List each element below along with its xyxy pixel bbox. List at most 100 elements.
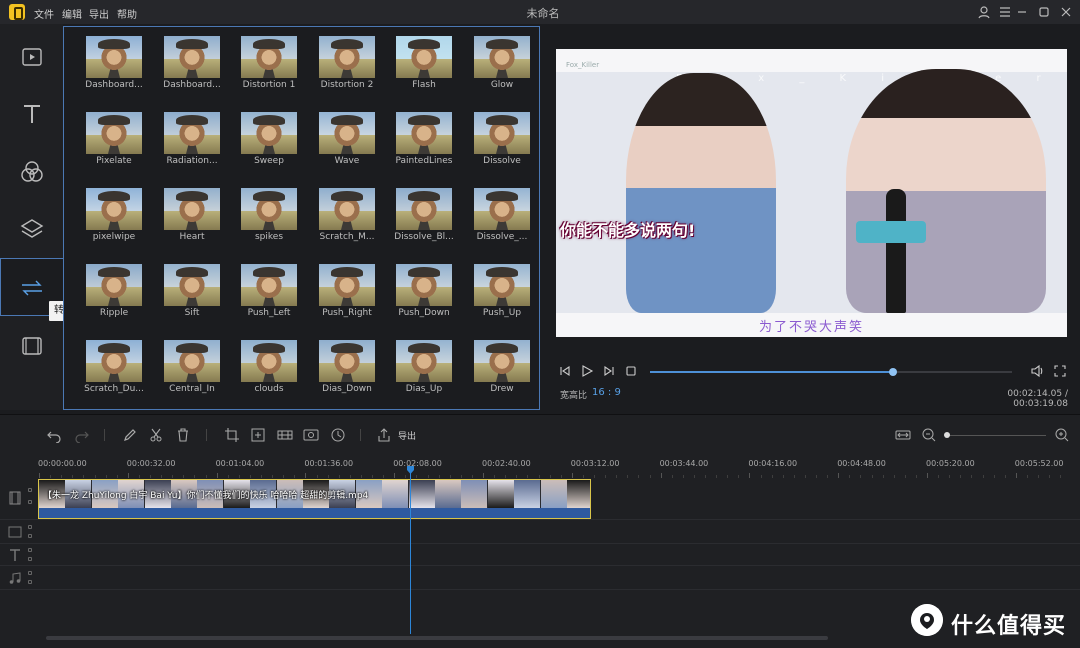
playhead[interactable] (410, 470, 411, 634)
video-track-visibility-icon[interactable] (28, 488, 32, 492)
stop-icon[interactable] (624, 364, 638, 378)
account-icon[interactable] (976, 4, 992, 20)
play-icon[interactable] (580, 364, 594, 378)
zoom-in-icon[interactable] (1054, 427, 1070, 443)
transition-tile[interactable]: Scratch_Du... (84, 340, 144, 396)
next-frame-icon[interactable] (602, 364, 616, 378)
transition-thumbnail (241, 340, 297, 382)
zoom-slider-handle[interactable] (944, 432, 950, 438)
transition-tile[interactable]: Push_Up (474, 264, 530, 320)
transition-tile[interactable]: Glow (474, 36, 530, 92)
pip-track-visibility-icon[interactable] (28, 525, 32, 529)
aspect-ratio-value[interactable]: 16 : 9 (592, 387, 621, 398)
transition-tile[interactable]: PaintedLines (396, 112, 452, 168)
timeline-scrollbar[interactable] (46, 636, 828, 640)
transition-tile[interactable]: pixelwipe (86, 188, 142, 244)
film-element-icon[interactable] (16, 330, 48, 362)
media-icon[interactable] (16, 41, 48, 73)
transition-thumbnail (396, 188, 452, 230)
transition-tile[interactable]: Dashboard... (85, 36, 143, 92)
video-clip[interactable]: 【朱一龙 ZhuYilong 白宇 Bai Yu】你们不懂我们的快乐 哈哈哈 超… (38, 479, 591, 519)
redo-icon[interactable] (74, 427, 90, 443)
transition-tile[interactable]: Scratch_M... (319, 188, 375, 244)
duration-clock-icon[interactable] (330, 427, 346, 443)
text-track-lock-icon[interactable] (28, 557, 32, 561)
playback-progress-handle[interactable] (888, 368, 897, 376)
mosaic-icon[interactable] (277, 427, 293, 443)
minimize-icon[interactable] (1014, 4, 1030, 20)
transition-tile[interactable]: Push_Left (241, 264, 297, 320)
video-track-lock-icon[interactable] (28, 500, 32, 504)
transition-tile[interactable]: Dias_Up (396, 340, 452, 396)
transition-tile[interactable]: spikes (241, 188, 297, 244)
transition-label: Distortion 1 (242, 80, 296, 90)
freeze-frame-icon[interactable] (303, 427, 319, 443)
transition-thumbnail (396, 340, 452, 382)
transition-tile[interactable]: Drew (474, 340, 530, 396)
undo-icon[interactable] (46, 427, 62, 443)
zoom-slider[interactable] (946, 435, 1046, 436)
transition-grid-panel: Dashboard... Dashboard... Distortion 1 Dist… (63, 26, 602, 410)
transition-thumbnail (474, 264, 530, 306)
transition-tile[interactable]: Push_Right (319, 264, 375, 320)
menu-list-icon[interactable] (997, 4, 1013, 20)
music-track-lock-icon[interactable] (28, 580, 32, 584)
transition-tile[interactable]: Ripple (86, 264, 142, 320)
split-scissors-icon[interactable] (148, 427, 164, 443)
toolbar-divider (206, 429, 207, 441)
transition-tile[interactable]: Radiation... (164, 112, 220, 168)
transition-tile[interactable]: Pixelate (86, 112, 142, 168)
volume-icon[interactable] (1030, 364, 1044, 378)
transition-tile[interactable]: Wave (319, 112, 375, 168)
export-button[interactable]: 导出 (398, 429, 416, 442)
transition-tile[interactable]: Distortion 1 (241, 36, 297, 92)
edit-pencil-icon[interactable] (122, 427, 138, 443)
transition-tile[interactable]: Dissolve_Bl... (394, 188, 454, 244)
fullscreen-icon[interactable] (1053, 364, 1067, 378)
transition-label: clouds (254, 384, 284, 394)
transition-tile[interactable]: Flash (396, 36, 452, 92)
text-icon[interactable] (16, 98, 48, 130)
music-track-visibility-icon[interactable] (28, 571, 32, 575)
transition-tile[interactable]: Sift (164, 264, 220, 320)
transition-tile[interactable]: Heart (164, 188, 220, 244)
transition-tile[interactable]: Dissolve (474, 112, 530, 168)
transition-tile[interactable]: Sweep (241, 112, 297, 168)
toolbar-divider (360, 429, 361, 441)
transition-label: Heart (179, 232, 205, 242)
transition-tile[interactable]: Dissolve_... (474, 188, 530, 244)
transition-tile[interactable]: Push_Down (396, 264, 452, 320)
delete-trash-icon[interactable] (175, 427, 191, 443)
overlay-icon[interactable] (16, 213, 48, 245)
transition-tile[interactable]: Dashboard... (163, 36, 221, 92)
pip-track-lock-icon[interactable] (28, 534, 32, 538)
transition-thumbnail (319, 340, 375, 382)
transition-thumbnail (474, 340, 530, 382)
transition-label: Sift (184, 308, 200, 318)
previous-frame-icon[interactable] (558, 364, 572, 378)
export-icon[interactable] (376, 427, 392, 443)
close-icon[interactable] (1058, 4, 1074, 20)
transition-tile[interactable]: Central_In (164, 340, 220, 396)
crop-icon[interactable] (224, 427, 240, 443)
clip-thumbnail-frame (540, 480, 567, 508)
transition-label: Drew (490, 384, 514, 394)
transition-icon[interactable] (16, 272, 48, 304)
transition-tile[interactable]: Dias_Down (319, 340, 375, 396)
maximize-icon[interactable] (1036, 4, 1052, 20)
text-track-visibility-icon[interactable] (28, 548, 32, 552)
clip-thumbnail-frame (567, 480, 590, 508)
transition-tile[interactable]: clouds (241, 340, 297, 396)
filter-icon[interactable] (16, 156, 48, 188)
transition-label: Push_Up (482, 308, 522, 318)
transition-thumbnail (396, 36, 452, 78)
playback-progress[interactable] (650, 368, 1012, 376)
transition-thumbnail (474, 188, 530, 230)
transition-tile[interactable]: Distortion 2 (319, 36, 375, 92)
ruler-time-label: 00:00:00.00 (38, 459, 87, 468)
fit-timeline-icon[interactable] (895, 427, 911, 443)
zoom-out-icon[interactable] (921, 427, 937, 443)
zoom-frame-icon[interactable] (250, 427, 266, 443)
transition-thumbnail (241, 112, 297, 154)
transition-thumbnail (396, 264, 452, 306)
